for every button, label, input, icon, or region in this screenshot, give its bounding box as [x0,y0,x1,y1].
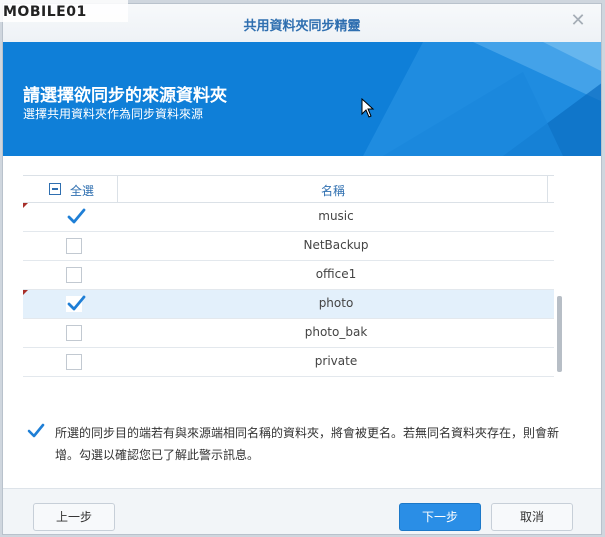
table-row[interactable]: music [23,203,554,232]
mouse-cursor-icon [361,97,375,122]
row-checkbox[interactable] [66,325,82,341]
table-row[interactable]: office1 [23,261,554,290]
folder-grid: homes musicNetBackupoffice1photophoto_ba… [23,175,554,378]
select-all-checkbox[interactable] [49,183,61,195]
warning-text: 所選的同步目的端若有與來源端相同名稱的資料夾，將會被更名。若無同名資料夾存在，則… [55,426,560,462]
banner-subtitle: 選擇共用資料夾作為同步資料來源 [23,107,204,121]
row-name: NetBackup [303,238,369,252]
row-checkbox[interactable] [66,354,82,370]
dialog-footer: 上一步 下一步 取消 [3,488,601,534]
row-checkbox[interactable] [66,267,82,283]
header-banner: 請選擇欲同步的來源資料夾 選擇共用資料夾作為同步資料來源 [3,42,601,156]
select-all-label: 全選 [70,184,95,198]
row-name: music [318,209,354,223]
header-divider [547,176,548,202]
row-name: photo [318,296,354,310]
svg-text:MOBILE01: MOBILE01 [3,4,87,20]
confirm-warning-checkbox[interactable] [27,422,45,440]
row-checkbox[interactable] [66,238,82,254]
check-icon [67,295,86,311]
name-column-header[interactable]: 名稱 [118,182,548,199]
previous-button[interactable]: 上一步 [33,503,115,531]
table-row[interactable]: private [23,348,554,377]
check-icon [67,208,86,224]
row-checkbox[interactable] [66,295,86,312]
row-name: office1 [315,267,357,281]
row-checkbox[interactable] [66,208,86,225]
table-row[interactable]: photo_bak [23,319,554,348]
row-name: private [314,354,358,368]
sync-wizard-dialog: 共用資料夾同步精靈 ✕ 請選擇欲同步的來源資料夾 選擇共用資料夾作為同步資料來源… [2,3,602,535]
table-row[interactable]: surveillance [23,377,554,378]
banner-title: 請選擇欲同步的來源資料夾 [23,86,227,106]
check-icon [27,423,45,438]
changed-flag-icon [23,290,28,295]
watermark-logo: MOBILE01 [0,0,128,22]
table-row[interactable]: NetBackup [23,232,554,261]
select-all-header[interactable]: 全選 [23,176,118,202]
next-button[interactable]: 下一步 [399,503,481,531]
cancel-button[interactable]: 取消 [491,503,573,531]
table-row[interactable]: photo [23,290,554,319]
changed-flag-icon [23,203,28,208]
close-icon[interactable]: ✕ [569,12,587,30]
folder-rows: homes musicNetBackupoffice1photophoto_ba… [23,187,554,378]
row-name: photo_bak [304,325,368,339]
grid-header: 全選 名稱 [23,176,554,203]
grid-scrollbar[interactable] [557,296,562,372]
